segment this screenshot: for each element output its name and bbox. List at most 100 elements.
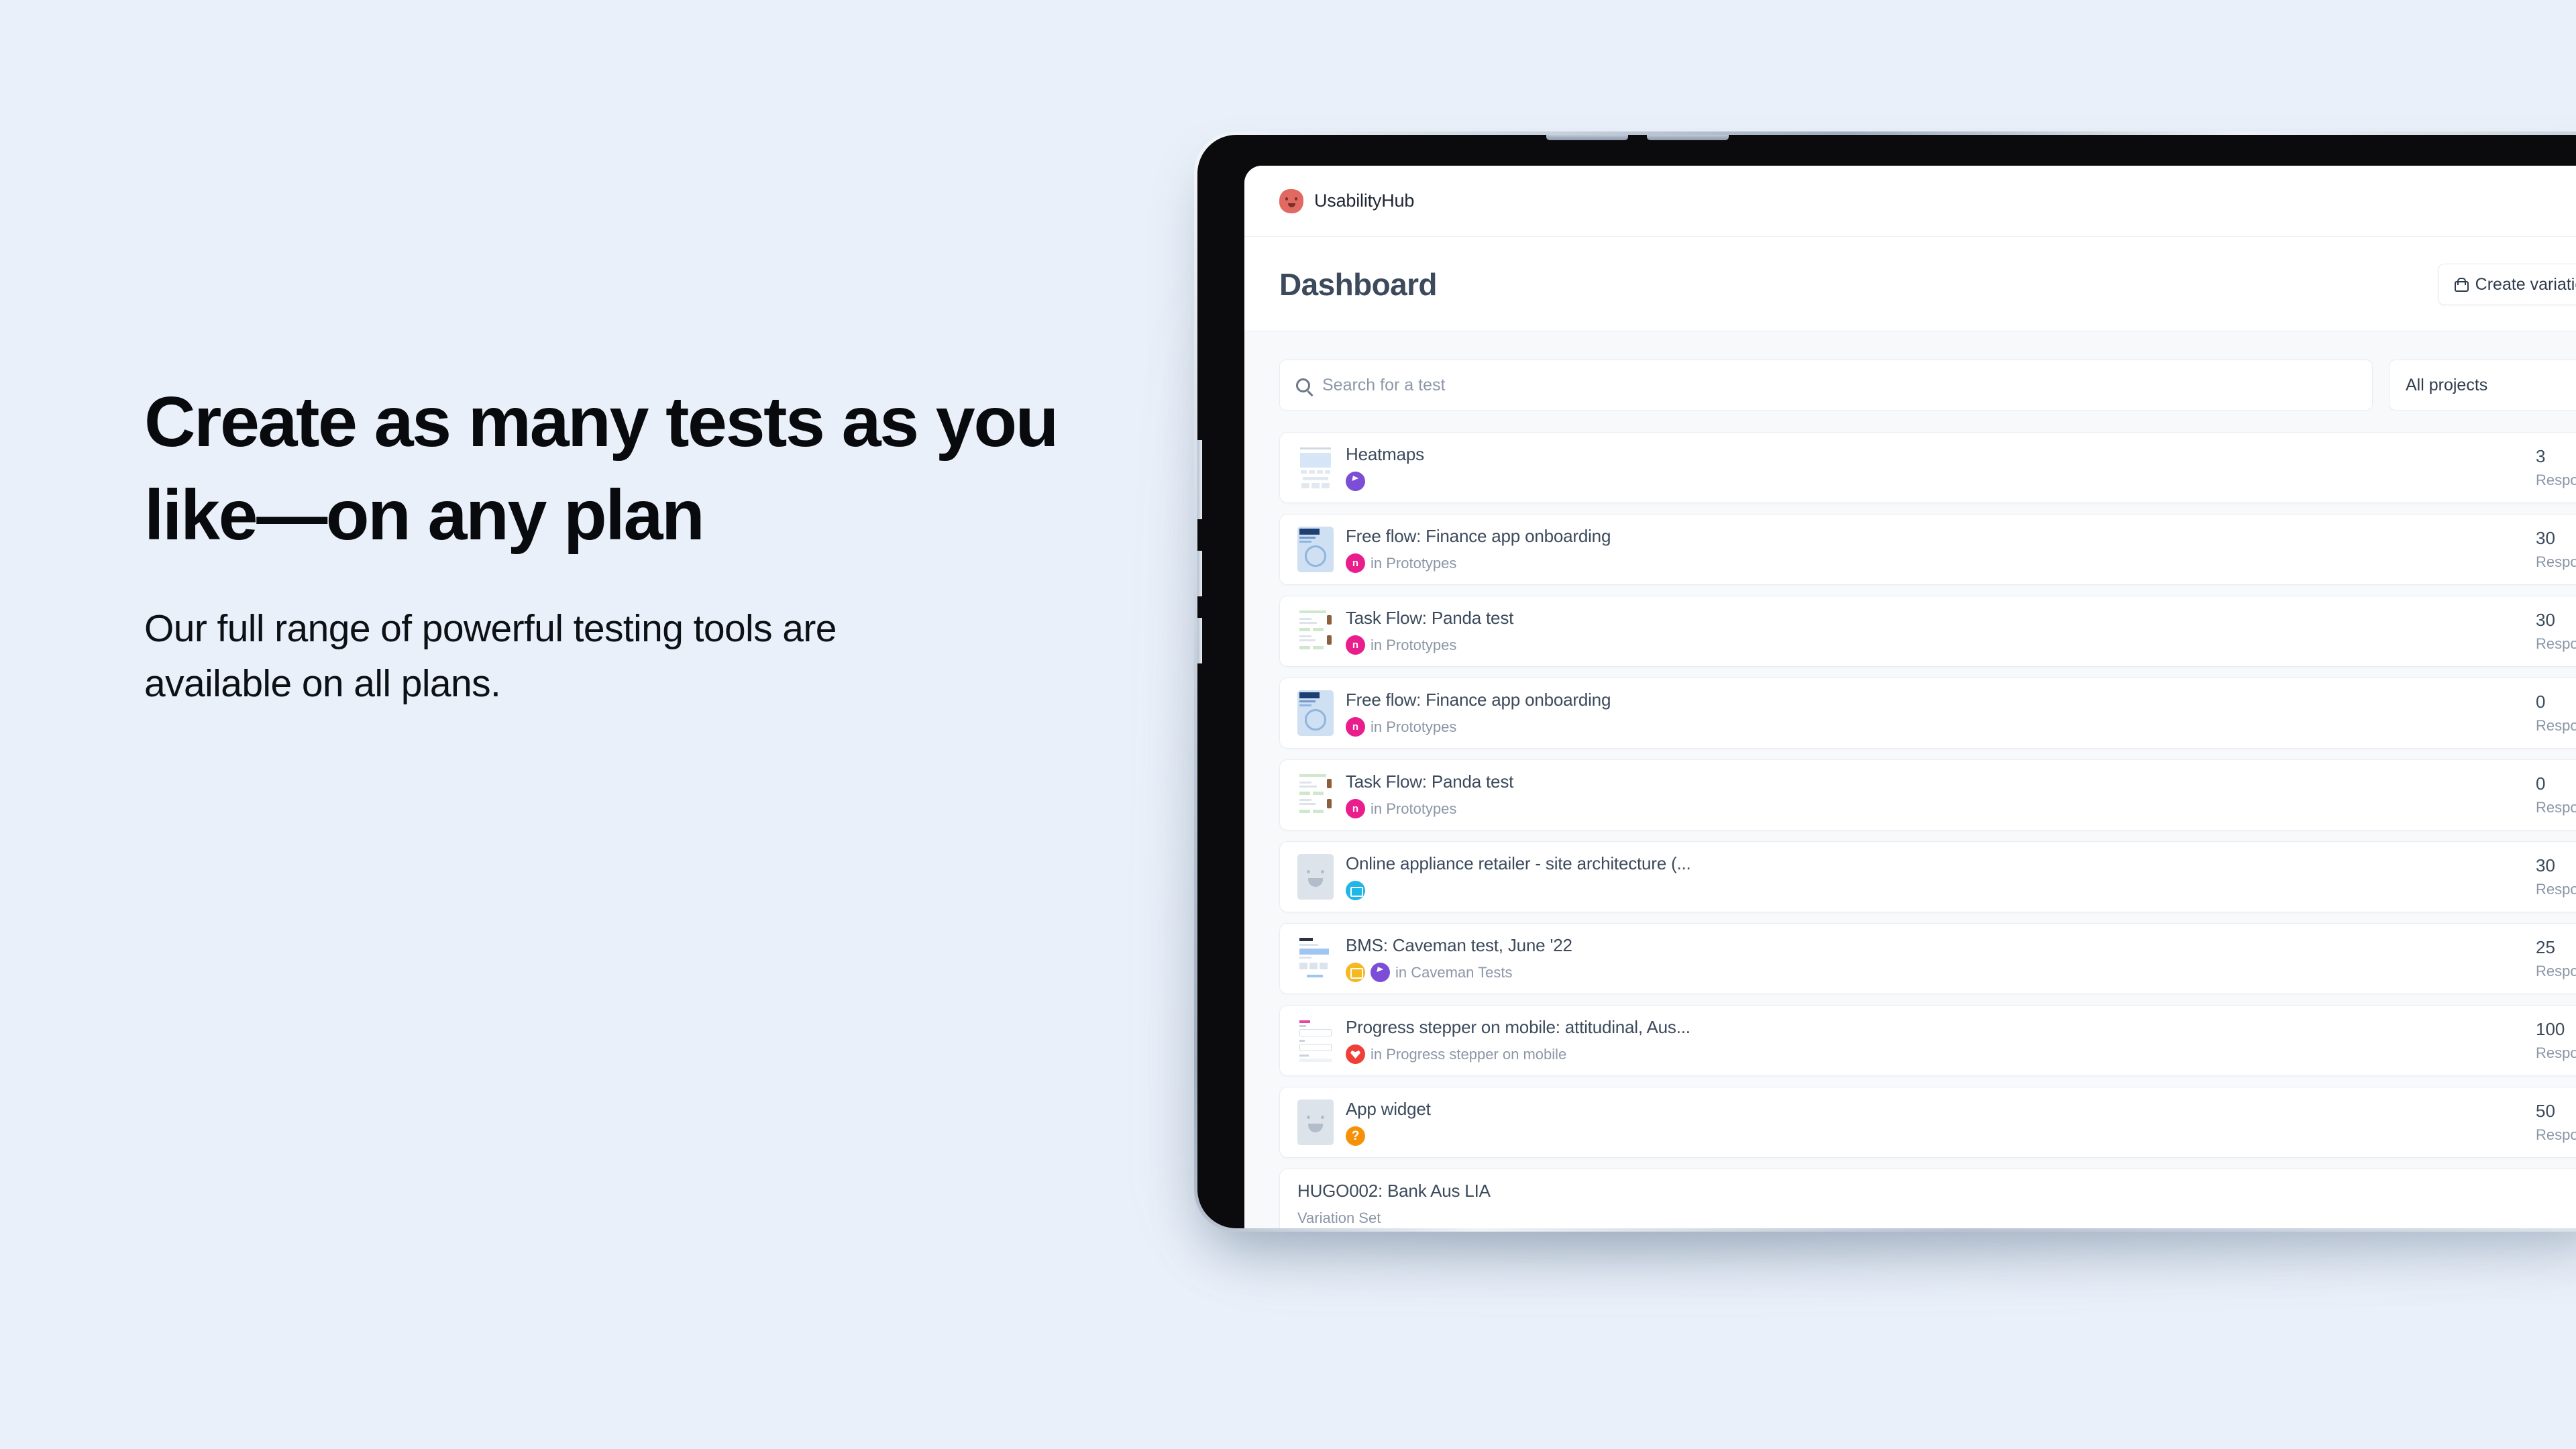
- responses-label: Responses: [2536, 635, 2576, 652]
- test-project: in Progress stepper on mobile: [1371, 1045, 1567, 1063]
- project-filter-value: All projects: [2406, 375, 2488, 394]
- responses-cell: 3 Responses: [2536, 447, 2576, 488]
- test-row[interactable]: Progress stepper on mobile: attitudinal,…: [1279, 1005, 2576, 1076]
- test-row[interactable]: Task Flow: Panda test n in Prototypes 30 Res…: [1279, 596, 2576, 667]
- five-second-badge-icon: [1346, 1044, 1365, 1064]
- responses-label: Responses: [2536, 1044, 2576, 1061]
- test-project: in Caveman Tests: [1395, 963, 1513, 981]
- test-project: in Prototypes: [1371, 554, 1457, 572]
- test-title: Free flow: Finance app onboarding: [1346, 689, 1611, 710]
- responses-cell: 30 Responses: [2536, 611, 2576, 651]
- page-header-actions: Create variation set Template library Cr…: [2437, 264, 2576, 305]
- responses-count: 3: [2536, 446, 2546, 466]
- test-meta: [1346, 472, 2536, 492]
- responses-label: Responses: [2536, 963, 2576, 979]
- device-side-button-1: [1197, 440, 1202, 519]
- test-meta: [1346, 881, 2536, 901]
- test-meta: n in Prototypes: [1346, 799, 2536, 819]
- responses-count: 0: [2536, 773, 2546, 794]
- marketing-copy: Create as many tests as you like—on any …: [144, 376, 1137, 712]
- test-row[interactable]: Online appliance retailer - site archite…: [1279, 841, 2576, 912]
- test-row[interactable]: Free flow: Finance app onboarding n in Pro…: [1279, 514, 2576, 585]
- project-filter-select[interactable]: All projects: [2389, 360, 2576, 411]
- responses-cell: 30 Responses: [2536, 857, 2576, 897]
- test-row[interactable]: Free flow: Finance app onboarding n in Pro…: [1279, 678, 2576, 749]
- test-meta: ?: [1346, 1126, 2536, 1146]
- cursor-badge-icon: [1346, 472, 1365, 491]
- test-info: Free flow: Finance app onboarding n in Pro…: [1334, 690, 2536, 737]
- test-row[interactable]: Heatmaps3ResponsesCollectingLink active: [1279, 432, 2576, 503]
- responses-count: 50: [2536, 1101, 2555, 1121]
- filter-bar: Search for a test All projects Current t…: [1244, 331, 2576, 411]
- create-variation-set-label: Create variation set: [2475, 274, 2576, 294]
- test-info: Task Flow: Panda test n in Prototypes: [1334, 771, 2536, 819]
- device-top-button-1: [1546, 135, 1628, 140]
- responses-label: Responses: [2536, 553, 2576, 570]
- prototype-badge-icon: n: [1346, 717, 1365, 737]
- test-title: Task Flow: Panda test: [1346, 607, 1514, 628]
- responses-label: Responses: [2536, 881, 2576, 898]
- tablet-device: UsabilityHub Updates Help: [1194, 131, 2576, 1232]
- responses-cell: 0 Responses: [2536, 775, 2576, 815]
- test-thumbnail: [1297, 936, 1334, 981]
- test-info: Free flow: Finance app onboarding n in Pro…: [1334, 526, 2536, 574]
- test-thumbnail: [1297, 854, 1334, 900]
- test-info: BMS: Caveman test, June '22 in Caveman Te…: [1334, 935, 2536, 983]
- test-row[interactable]: BMS: Caveman test, June '22 in Caveman Te…: [1279, 923, 2576, 994]
- test-project: in Prototypes: [1371, 636, 1457, 653]
- test-row[interactable]: HUGO002: Bank Aus LIAVariation SetReadyW…: [1279, 1169, 2576, 1228]
- device-bezel: UsabilityHub Updates Help: [1197, 135, 2576, 1228]
- responses-label: Responses: [2536, 799, 2576, 816]
- test-title: Task Flow: Panda test: [1346, 771, 1514, 792]
- test-meta: n in Prototypes: [1346, 635, 2536, 655]
- test-title: Free flow: Finance app onboarding: [1346, 525, 1611, 546]
- responses-cell: 25 Responses: [2536, 938, 2576, 979]
- cursor-badge-icon: [1371, 963, 1390, 982]
- page-title: Dashboard: [1279, 267, 1437, 302]
- responses-count: 30: [2536, 528, 2555, 548]
- test-project: in Prototypes: [1371, 800, 1457, 817]
- blob-smile: [1288, 203, 1295, 207]
- card-sort-badge-icon: [1346, 881, 1365, 900]
- brand-name: UsabilityHub: [1314, 191, 1415, 211]
- responses-count: 25: [2536, 937, 2555, 957]
- test-title: Online appliance retailer - site archite…: [1346, 853, 1691, 873]
- device-top-button-2: [1647, 135, 1729, 140]
- page-header: Dashboard Create variation set Template …: [1244, 237, 2576, 331]
- prototype-badge-icon: n: [1346, 553, 1365, 573]
- test-thumbnail: [1297, 1018, 1334, 1063]
- responses-cell: 100 Responses: [2536, 1020, 2576, 1061]
- create-variation-set-button[interactable]: Create variation set: [2437, 264, 2576, 305]
- test-title: BMS: Caveman test, June '22: [1346, 934, 1572, 955]
- test-title: App widget: [1346, 1098, 1431, 1119]
- responses-count: 30: [2536, 855, 2555, 875]
- test-thumbnail: [1297, 445, 1334, 490]
- test-info: Task Flow: Panda test n in Prototypes: [1334, 608, 2536, 655]
- responses-count: 100: [2536, 1019, 2565, 1039]
- marketing-headline: Create as many tests as you like—on any …: [144, 382, 1059, 555]
- test-meta: Variation Set: [1297, 1208, 2536, 1228]
- test-title: HUGO002: Bank Aus LIA: [1297, 1180, 1491, 1201]
- test-thumbnail: [1297, 772, 1334, 818]
- test-row[interactable]: App widget?50ResponsesCompleteOrder comp…: [1279, 1087, 2576, 1158]
- top-navigation-bar: UsabilityHub Updates Help: [1244, 166, 2576, 237]
- brand-logo[interactable]: UsabilityHub: [1279, 189, 1414, 213]
- device-side-button-3: [1197, 618, 1202, 663]
- responses-label: Responses: [2536, 717, 2576, 734]
- test-project: in Prototypes: [1371, 718, 1457, 735]
- responses-cell: 50 Responses: [2536, 1102, 2576, 1142]
- lock-icon: [2454, 277, 2469, 292]
- usabilityhub-blob-icon: [1279, 189, 1303, 213]
- test-info: App widget?: [1334, 1099, 2536, 1146]
- test-info: Online appliance retailer - site archite…: [1334, 853, 2536, 901]
- responses-label: Responses: [2536, 1126, 2576, 1143]
- prototype-badge-icon: n: [1346, 799, 1365, 818]
- prototype-badge-icon: n: [1346, 635, 1365, 655]
- marketing-subhead: Our full range of powerful testing tools…: [144, 606, 837, 706]
- test-row[interactable]: Task Flow: Panda test n in Prototypes 0 Resp…: [1279, 759, 2576, 830]
- test-meta: in Caveman Tests: [1346, 963, 2536, 983]
- test-thumbnail: [1297, 1099, 1334, 1145]
- search-input[interactable]: Search for a test: [1279, 360, 2373, 411]
- responses-count: 0: [2536, 692, 2546, 712]
- test-project: Variation Set: [1297, 1209, 1381, 1226]
